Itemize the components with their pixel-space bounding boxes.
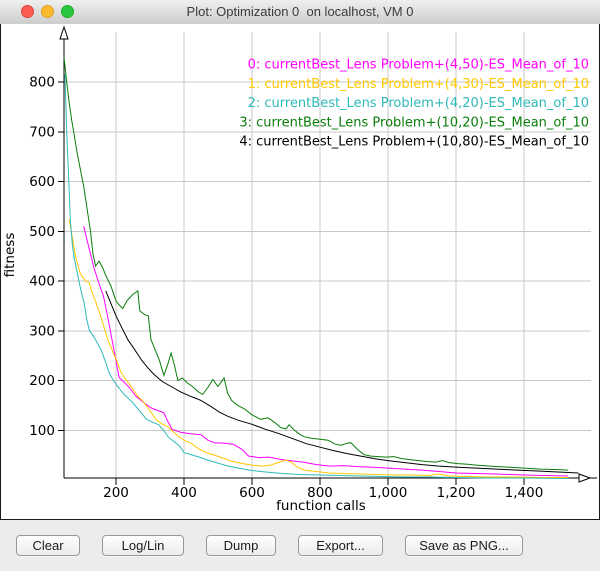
titlebar: Plot: Optimization 0 on localhost, VM 0 [0, 0, 600, 25]
y-tick-label: 200 [29, 373, 55, 389]
x-tick-label: 400 [171, 485, 197, 501]
window-title: Plot: Optimization 0 on localhost, VM 0 [0, 0, 600, 24]
x-tick-label: 600 [239, 485, 265, 501]
legend-item-2: 2: currentBest_Lens Problem+(4,20)-ES_Me… [248, 96, 589, 111]
fitness-chart: 1002003004005006007008002004006008001,00… [1, 24, 599, 519]
series-line-0 [84, 226, 569, 476]
legend-item-3: 3: currentBest_Lens Problem+(10,20)-ES_M… [239, 115, 589, 130]
legend-item-1: 1: currentBest_Lens Problem+(4,30)-ES_Me… [248, 77, 589, 92]
y-tick-label: 600 [29, 174, 55, 190]
x-tick-label: 1,400 [505, 485, 544, 501]
y-axis-arrow-icon [60, 27, 68, 39]
x-axis-arrow-icon [579, 474, 590, 482]
plot-window: Plot: Optimization 0 on localhost, VM 0 … [0, 0, 600, 571]
legend-item-0: 0: currentBest_Lens Problem+(4,50)-ES_Me… [248, 58, 589, 73]
x-tick-label: 1,000 [369, 485, 408, 501]
y-axis-label: fitness [2, 233, 18, 278]
x-tick-label: 1,200 [437, 485, 476, 501]
y-tick-label: 500 [29, 224, 55, 240]
log-lin-button[interactable]: Log/Lin [102, 535, 184, 556]
y-tick-label: 800 [29, 75, 55, 91]
button-bar: Clear Log/Lin Dump Export... Save as PNG… [0, 521, 600, 571]
plot-panel: 1002003004005006007008002004006008001,00… [0, 24, 600, 520]
y-tick-label: 100 [29, 423, 55, 439]
save-as-png-button[interactable]: Save as PNG... [405, 535, 523, 556]
clear-button[interactable]: Clear [16, 535, 80, 556]
export-button[interactable]: Export... [298, 535, 383, 556]
y-tick-label: 400 [29, 274, 55, 290]
legend-item-4: 4: currentBest_Lens Problem+(10,80)-ES_M… [239, 135, 589, 150]
dump-button[interactable]: Dump [206, 535, 276, 556]
series-line-4 [106, 291, 579, 473]
x-tick-label: 200 [103, 485, 129, 501]
x-axis-label: function calls [276, 498, 366, 514]
y-tick-label: 300 [29, 323, 55, 339]
y-tick-label: 700 [29, 124, 55, 140]
